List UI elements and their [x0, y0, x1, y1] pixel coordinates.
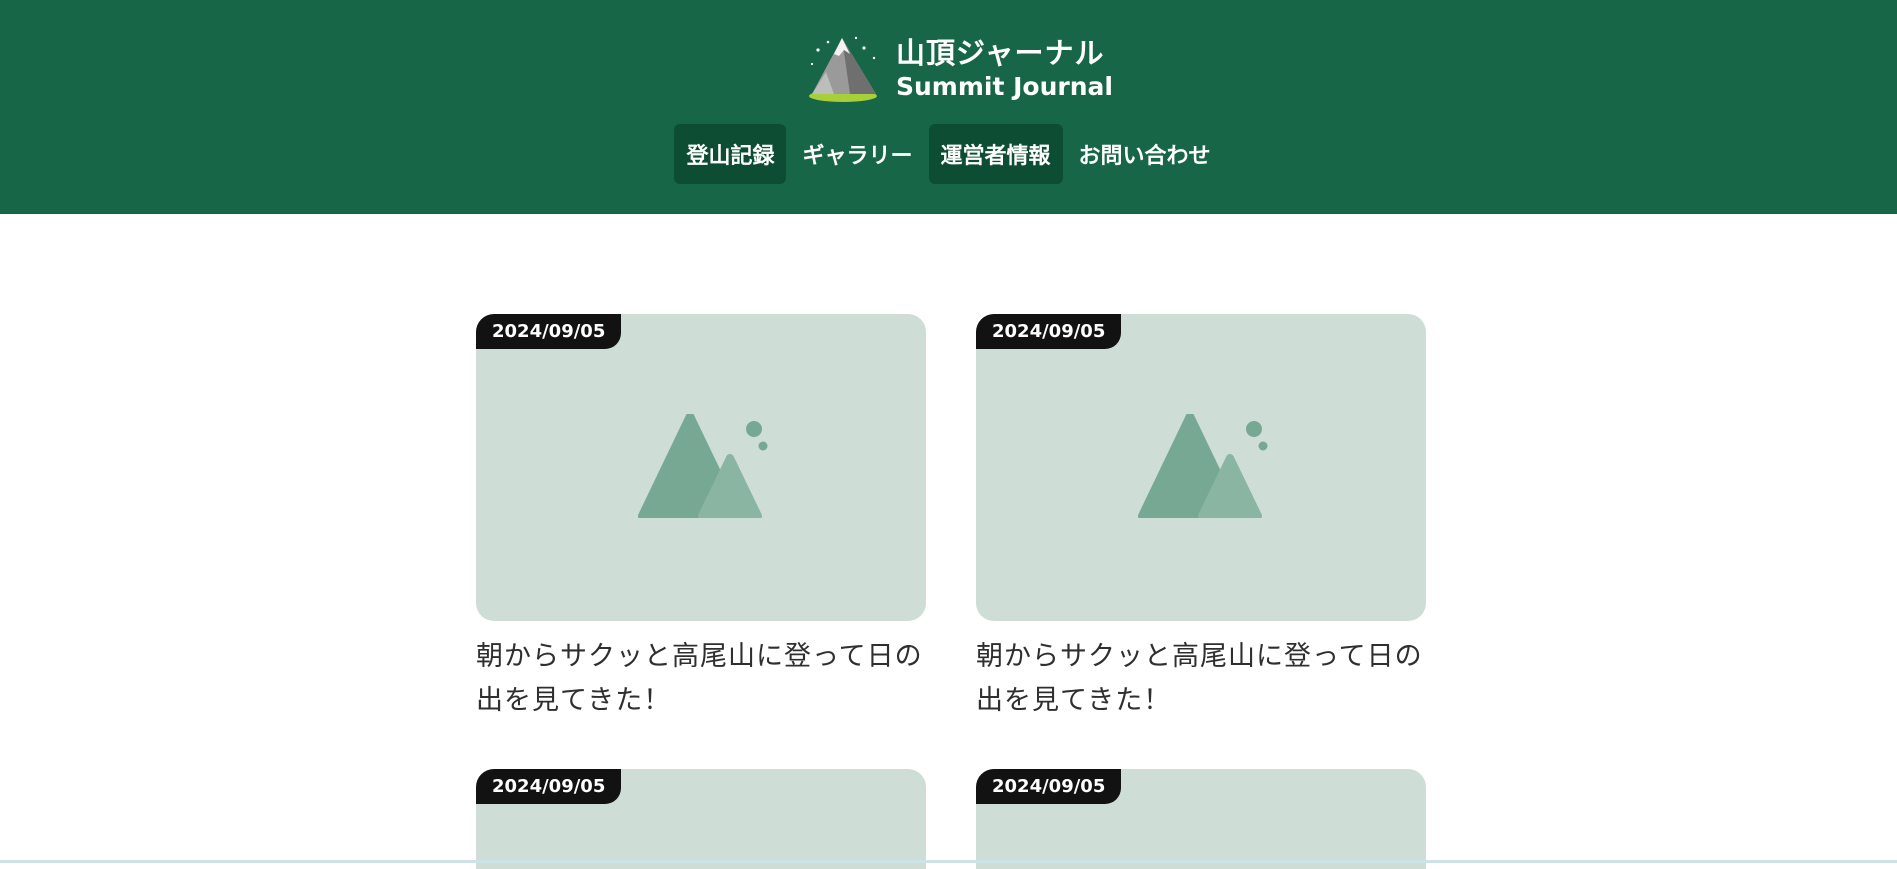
- post-thumbnail[interactable]: 2024/09/05: [476, 314, 926, 621]
- main-nav: 登山記録 ギャラリー 運営者情報 お問い合わせ: [0, 124, 1897, 186]
- post-thumbnail[interactable]: 2024/09/05: [976, 314, 1426, 621]
- nav-item-contact[interactable]: お問い合わせ: [1067, 124, 1223, 184]
- brand-text: 山頂ジャーナル Summit Journal: [896, 35, 1113, 103]
- post-card[interactable]: 2024/09/05 朝からサクッと高尾山に登って日の出を見てきた！: [476, 314, 926, 723]
- date-badge: 2024/09/05: [976, 314, 1122, 349]
- date-badge: 2024/09/05: [476, 314, 622, 349]
- nav-item-climbing-log[interactable]: 登山記録: [674, 124, 787, 184]
- site-brand[interactable]: 山頂ジャーナル Summit Journal: [804, 32, 1113, 106]
- post-card[interactable]: 2024/09/05 朝からサクッと高尾山に登って日の出を見てきた！: [976, 314, 1426, 723]
- date-badge: 2024/09/05: [476, 769, 622, 804]
- date-badge: 2024/09/05: [976, 769, 1122, 804]
- post-title[interactable]: 朝からサクッと高尾山に登って日の出を見てきた！: [476, 635, 926, 723]
- site-header: 山頂ジャーナル Summit Journal 登山記録 ギャラリー 運営者情報 …: [0, 0, 1897, 214]
- image-placeholder-icon: [638, 414, 768, 518]
- mountain-logo-icon: [809, 36, 877, 102]
- image-placeholder-icon: [1138, 414, 1268, 518]
- post-card[interactable]: 2024/09/05: [476, 769, 926, 869]
- nav-item-gallery[interactable]: ギャラリー: [790, 124, 924, 184]
- nav-item-about[interactable]: 運営者情報: [928, 124, 1063, 184]
- site-title-en: Summit Journal: [896, 72, 1113, 101]
- post-thumbnail[interactable]: 2024/09/05: [976, 769, 1426, 869]
- post-card[interactable]: 2024/09/05: [976, 769, 1426, 869]
- post-thumbnail[interactable]: 2024/09/05: [476, 769, 926, 869]
- site-title-ja: 山頂ジャーナル: [896, 36, 1105, 70]
- post-title[interactable]: 朝からサクッと高尾山に登って日の出を見てきた！: [976, 635, 1426, 723]
